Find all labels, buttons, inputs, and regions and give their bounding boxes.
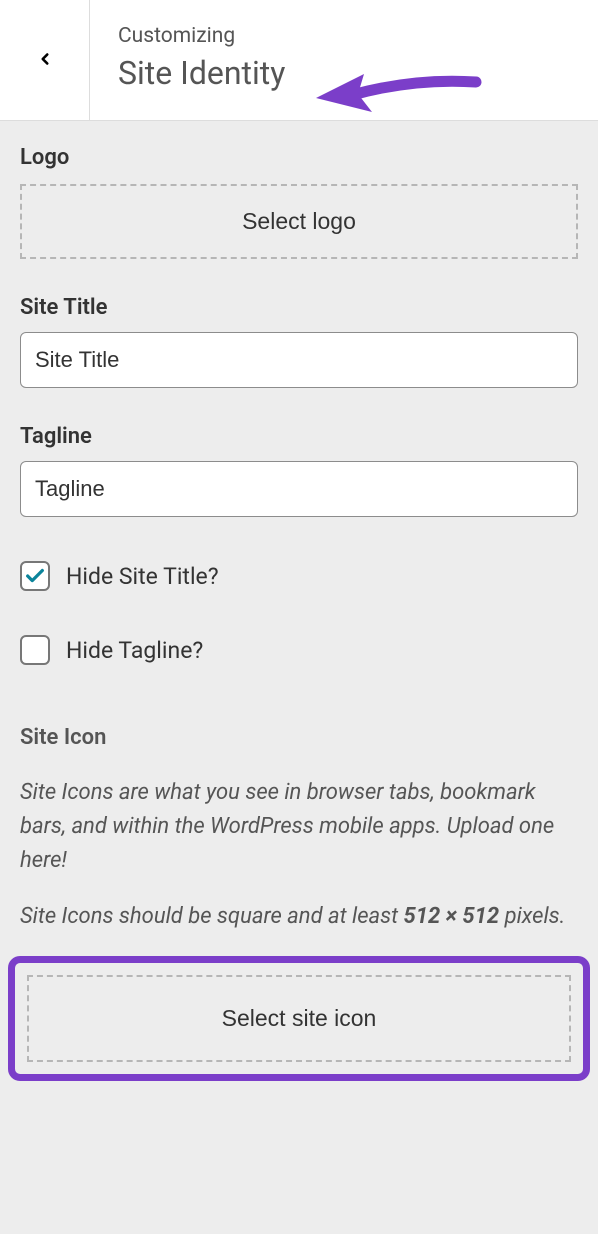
customizer-header: Customizing Site Identity xyxy=(0,0,598,121)
back-button[interactable] xyxy=(0,0,90,120)
header-titles: Customizing Site Identity xyxy=(90,0,598,120)
site-icon-desc2-pre: Site Icons should be square and at least xyxy=(20,904,404,929)
hide-tagline-checkbox[interactable] xyxy=(20,635,50,665)
hide-tagline-row: Hide Tagline? xyxy=(20,635,578,665)
customizing-label: Customizing xyxy=(118,24,570,48)
select-site-icon-button[interactable]: Select site icon xyxy=(27,975,571,1062)
logo-label: Logo xyxy=(20,145,578,170)
chevron-left-icon xyxy=(36,50,54,71)
select-logo-button[interactable]: Select logo xyxy=(20,184,578,259)
site-icon-desc2-post: pixels. xyxy=(499,904,565,929)
hide-site-title-label: Hide Site Title? xyxy=(66,563,219,590)
hide-tagline-label: Hide Tagline? xyxy=(66,637,203,664)
annotation-highlight-box: Select site icon xyxy=(8,956,590,1081)
site-icon-description-2: Site Icons should be square and at least… xyxy=(20,900,578,934)
customizer-panel: Logo Select logo Site Title Tagline Hide… xyxy=(0,121,598,1101)
hide-site-title-row: Hide Site Title? xyxy=(20,561,578,591)
site-icon-desc2-bold: 512 × 512 xyxy=(404,904,500,929)
page-title: Site Identity xyxy=(118,54,570,92)
tagline-input[interactable] xyxy=(20,461,578,517)
site-title-input[interactable] xyxy=(20,332,578,388)
site-title-label: Site Title xyxy=(20,295,578,320)
site-icon-heading: Site Icon xyxy=(20,725,578,750)
site-icon-description-1: Site Icons are what you see in browser t… xyxy=(20,776,578,878)
tagline-label: Tagline xyxy=(20,424,578,449)
hide-site-title-checkbox[interactable] xyxy=(20,561,50,591)
